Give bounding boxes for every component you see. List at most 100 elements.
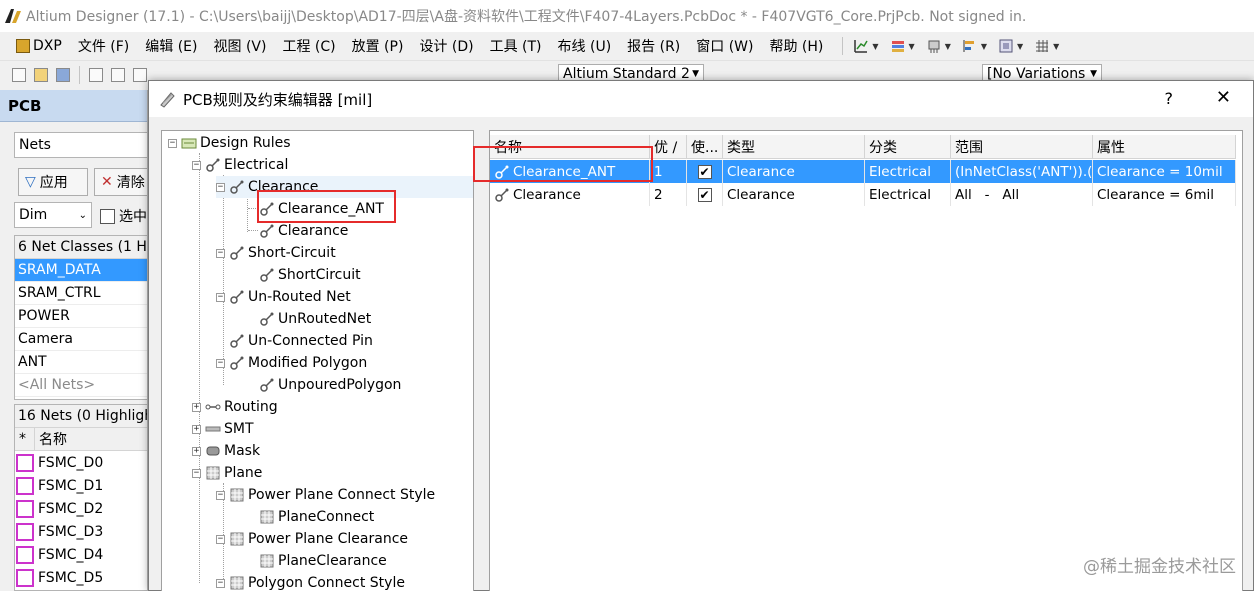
chevron-down-icon[interactable]: ▼ xyxy=(872,42,878,51)
net-row[interactable]: FSMC_D3 xyxy=(15,520,147,543)
save-icon[interactable] xyxy=(56,68,70,82)
menu-edit[interactable]: 编辑 (E) xyxy=(137,36,205,56)
nets-col-name[interactable]: 名称 xyxy=(35,429,67,449)
net-row[interactable]: FSMC_D4 xyxy=(15,543,147,566)
list-item[interactable]: <All Nets> xyxy=(15,374,147,397)
checkbox-box[interactable] xyxy=(100,208,115,224)
chart-tool-icon[interactable] xyxy=(853,38,869,54)
menu-reports[interactable]: 报告 (R) xyxy=(619,36,688,56)
dim-select[interactable]: Dim ⌄ xyxy=(14,202,92,228)
col-attributes-header[interactable]: 属性 xyxy=(1093,135,1236,159)
tree-node-power-plane-clearance[interactable]: − Power Plane Clearance xyxy=(216,528,408,550)
menu-dxp[interactable]: DXP xyxy=(8,38,70,54)
col-type-header[interactable]: 类型 xyxy=(723,135,865,159)
expand-icon[interactable]: + xyxy=(192,424,201,434)
col-category-header[interactable]: 分类 xyxy=(865,135,951,159)
net-row[interactable]: FSMC_D5 xyxy=(15,566,147,589)
rule-icon xyxy=(230,246,244,260)
tree-node-power-plane-connect[interactable]: − Power Plane Connect Style xyxy=(216,484,435,506)
print-icon[interactable] xyxy=(89,68,103,82)
open-folder-icon[interactable] xyxy=(34,68,48,82)
collapse-icon[interactable]: − xyxy=(192,160,201,170)
tree-node-planeclearance-rule[interactable]: PlaneClearance xyxy=(259,550,387,572)
list-item[interactable]: POWER xyxy=(15,305,147,328)
col-scope-header[interactable]: 范围 xyxy=(951,135,1093,159)
net-row[interactable]: FSMC_D2 xyxy=(15,497,147,520)
tree-root-design-rules[interactable]: − Design Rules xyxy=(168,132,291,154)
clear-button[interactable]: ✕ 清除 xyxy=(94,168,147,196)
list-item[interactable]: Camera xyxy=(15,328,147,351)
menu-route[interactable]: 布线 (U) xyxy=(550,36,620,56)
col-enabled-header[interactable]: 使... xyxy=(687,135,723,159)
align-tool-icon[interactable] xyxy=(962,38,978,54)
menu-view[interactable]: 视图 (V) xyxy=(206,36,275,56)
collapse-icon[interactable]: − xyxy=(192,468,201,478)
room-tool-icon[interactable] xyxy=(998,38,1014,54)
chevron-down-icon[interactable]: ▼ xyxy=(981,42,987,51)
collapse-icon[interactable]: − xyxy=(216,358,225,368)
menu-place[interactable]: 放置 (P) xyxy=(344,36,412,56)
help-button[interactable]: ? xyxy=(1165,89,1174,108)
collapse-icon[interactable]: − xyxy=(168,138,177,148)
tree-node-shortcircuit-rule[interactable]: ShortCircuit xyxy=(259,264,361,286)
menu-design[interactable]: 设计 (D) xyxy=(411,36,481,56)
pcb-mode-select[interactable]: Nets xyxy=(14,132,147,158)
collapse-icon[interactable]: − xyxy=(216,248,225,258)
tree-node-mask[interactable]: + Mask xyxy=(192,440,260,462)
tree-node-unrouted-net[interactable]: − Un-Routed Net xyxy=(216,286,351,308)
menu-window[interactable]: 窗口 (W) xyxy=(688,36,761,56)
close-button[interactable]: ✕ xyxy=(1216,87,1231,108)
collapse-icon[interactable]: − xyxy=(216,292,225,302)
table-row[interactable]: Clearance 2 ✔ Clearance Electrical All -… xyxy=(490,183,1236,206)
tree-node-short-circuit[interactable]: − Short-Circuit xyxy=(216,242,336,264)
net-row[interactable]: FSMC_D0 xyxy=(15,451,147,474)
apply-button[interactable]: ▽ 应用 xyxy=(18,168,88,196)
tree-node-label: PlaneClearance xyxy=(278,553,387,569)
dxp-icon xyxy=(16,39,30,53)
menu-bar: DXP 文件 (F) 编辑 (E) 视图 (V) 工程 (C) 放置 (P) 设… xyxy=(0,32,1254,61)
collapse-icon[interactable]: − xyxy=(216,182,225,192)
menu-file[interactable]: 文件 (F) xyxy=(70,36,137,56)
collapse-icon[interactable]: − xyxy=(216,578,225,588)
list-item[interactable]: SRAM_CTRL xyxy=(15,282,147,305)
list-item[interactable]: ANT xyxy=(15,351,147,374)
expand-icon[interactable]: + xyxy=(192,402,201,412)
chevron-down-icon[interactable]: ▼ xyxy=(945,42,951,51)
chevron-down-icon[interactable]: ▼ xyxy=(909,42,915,51)
tree-node-electrical[interactable]: − Electrical xyxy=(192,154,288,176)
chevron-down-icon[interactable]: ▼ xyxy=(1017,42,1023,51)
tree-node-unpouredpolygon-rule[interactable]: UnpouredPolygon xyxy=(259,374,401,396)
col-priority-header[interactable]: 优 / xyxy=(650,135,687,159)
menu-project[interactable]: 工程 (C) xyxy=(274,36,343,56)
tree-node-unconnected-pin[interactable]: Un-Connected Pin xyxy=(229,330,373,352)
list-item[interactable]: SRAM_DATA xyxy=(15,259,147,282)
zoom-icon[interactable] xyxy=(111,68,125,82)
tree-node-label: Clearance xyxy=(278,223,349,239)
plane-icon xyxy=(230,488,244,502)
tree-node-planeconnect-rule[interactable]: PlaneConnect xyxy=(259,506,374,528)
collapse-icon[interactable]: − xyxy=(216,490,225,500)
chevron-down-icon[interactable]: ▼ xyxy=(1053,42,1059,51)
tree-node-routing[interactable]: + Routing xyxy=(192,396,278,418)
enabled-checkbox[interactable]: ✔ xyxy=(697,164,712,179)
net-row[interactable]: FSMC_D1 xyxy=(15,474,147,497)
component-tool-icon[interactable] xyxy=(926,38,942,54)
tree-node-unroutednet-rule[interactable]: UnRoutedNet xyxy=(259,308,371,330)
enabled-checkbox[interactable]: ✔ xyxy=(697,187,712,202)
tree-node-smt[interactable]: + SMT xyxy=(192,418,254,440)
nets-col-star[interactable]: * xyxy=(15,428,35,450)
grid-tool-icon[interactable] xyxy=(1034,38,1050,54)
tree-node-clearance-default[interactable]: Clearance xyxy=(259,220,348,242)
collapse-icon[interactable]: − xyxy=(216,534,225,544)
tree-node-plane[interactable]: − Plane xyxy=(192,462,262,484)
new-file-icon[interactable] xyxy=(12,68,26,82)
tree-node-modified-polygon[interactable]: − Modified Polygon xyxy=(216,352,367,374)
select-checkbox[interactable]: 选中 xyxy=(100,206,147,226)
layer-stack-icon[interactable] xyxy=(890,38,906,54)
expand-icon[interactable]: + xyxy=(192,446,201,456)
view-icon[interactable] xyxy=(133,68,147,82)
tree-node-polygon-connect[interactable]: − Polygon Connect Style xyxy=(216,572,405,591)
menu-help[interactable]: 帮助 (H) xyxy=(761,36,831,56)
menu-tools[interactable]: 工具 (T) xyxy=(482,36,550,56)
cell-priority: 1 xyxy=(650,160,687,183)
